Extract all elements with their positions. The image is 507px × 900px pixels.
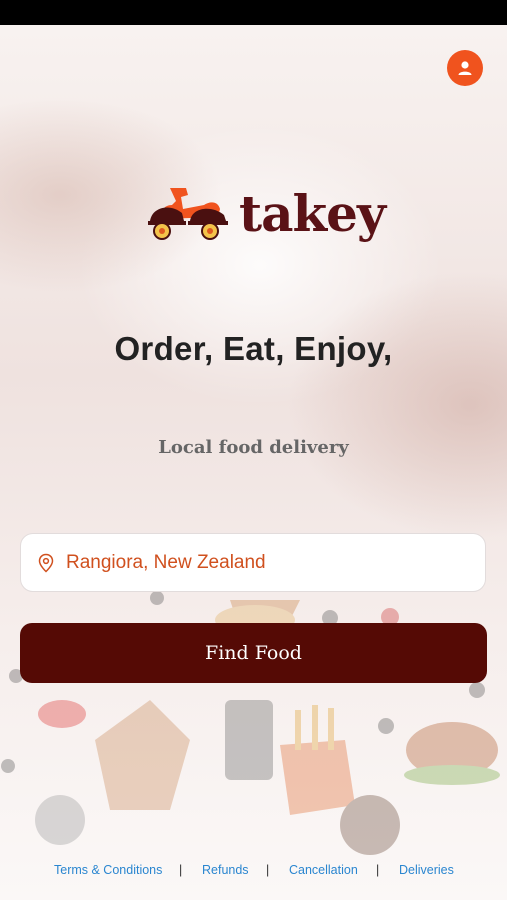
status-bar	[0, 0, 507, 25]
footer-separator: |	[266, 863, 270, 877]
cancellation-link[interactable]: Cancellation	[289, 863, 358, 877]
page-subheadline: Local food delivery	[158, 437, 349, 458]
footer-separator: |	[376, 863, 380, 877]
refunds-link[interactable]: Refunds	[202, 863, 249, 877]
location-input[interactable]: Rangiora, New Zealand	[20, 533, 486, 592]
user-icon	[458, 61, 472, 75]
deliveries-link[interactable]: Deliveries	[399, 863, 454, 877]
location-value: Rangiora, New Zealand	[66, 551, 266, 573]
profile-button[interactable]	[447, 50, 483, 86]
page-headline: Order, Eat, Enjoy,	[114, 330, 393, 367]
map-pin-icon	[38, 553, 54, 573]
terms-link[interactable]: Terms & Conditions	[54, 863, 162, 877]
find-food-button[interactable]: Find Food	[20, 623, 487, 683]
brand-name: takey	[239, 184, 386, 243]
footer-separator: |	[179, 863, 183, 877]
footer-links: Terms & Conditions | Refunds | Cancellat…	[0, 863, 507, 881]
